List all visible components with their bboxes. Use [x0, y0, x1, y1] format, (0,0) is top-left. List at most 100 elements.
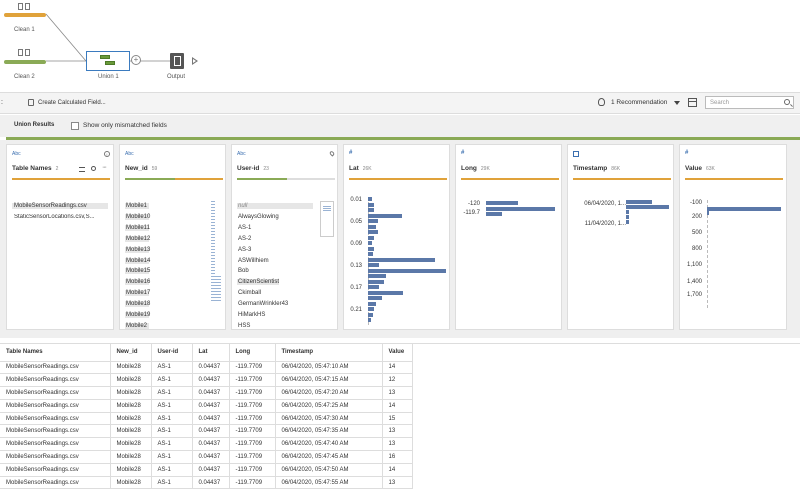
value-item[interactable]: Ckimball: [237, 290, 261, 296]
histogram-bar[interactable]: [368, 285, 380, 289]
value-item[interactable]: StaticSensorLocations.csv,S...: [12, 214, 108, 220]
value-item[interactable]: AS-2: [237, 236, 251, 242]
histogram-bar[interactable]: [707, 211, 709, 215]
histogram-bar[interactable]: [368, 257, 436, 262]
search-input[interactable]: Search: [705, 96, 794, 109]
histogram-bar[interactable]: [486, 206, 556, 211]
add-step-icon[interactable]: +: [131, 55, 141, 65]
histogram-bar[interactable]: [368, 307, 375, 311]
histogram-bar[interactable]: [368, 312, 373, 317]
histogram-bar[interactable]: [368, 290, 404, 295]
table-row[interactable]: MobileSensorReadings.csv Mobile28 AS-1 0.04…: [0, 361, 413, 375]
view-toggle-icon[interactable]: [688, 98, 697, 107]
axis-tick-label: 1,700: [686, 292, 702, 298]
histogram-bar[interactable]: [626, 205, 669, 209]
histogram-bar[interactable]: [626, 215, 629, 219]
value-item[interactable]: Mobile1: [125, 203, 149, 209]
column-header[interactable]: Value: [382, 344, 413, 362]
profile-card-new-id[interactable]: Abc New_id 59 Mobile1 Mobile10 Mobile11 Mobi…: [119, 144, 226, 330]
histogram-bar[interactable]: [368, 252, 373, 256]
histogram-bar[interactable]: [368, 263, 380, 267]
histogram-bar[interactable]: [368, 241, 372, 245]
table-row[interactable]: MobileSensorReadings.csv Mobile28 AS-1 0.04…: [0, 450, 413, 464]
value-item[interactable]: AS-1: [237, 225, 251, 231]
table-row[interactable]: MobileSensorReadings.csv Mobile28 AS-1 0.04…: [0, 373, 413, 388]
table-row[interactable]: MobileSensorReadings.csv Mobile28 AS-1 0.04…: [0, 412, 413, 426]
mismatched-fields-checkbox[interactable]: [71, 122, 79, 130]
histogram-bar[interactable]: [626, 220, 630, 224]
value-item[interactable]: Mobile19: [125, 312, 150, 318]
value-item[interactable]: Mobile14: [125, 257, 150, 264]
histogram-bar[interactable]: [626, 210, 629, 214]
value-item[interactable]: ASWillhiem: [237, 258, 269, 264]
value-item[interactable]: Mobile2: [125, 322, 149, 329]
histogram-bar[interactable]: [368, 219, 378, 223]
profile-card-timestamp[interactable]: Timestamp 86K 06/04/2020, 1... 11/04/2020,…: [567, 144, 674, 330]
value-item[interactable]: Mobile11: [125, 224, 150, 231]
value-item[interactable]: Mobile10: [125, 213, 150, 220]
histogram-bar[interactable]: [368, 224, 376, 229]
histogram-bar[interactable]: [368, 274, 386, 278]
profile-card-long[interactable]: # Long 29K -120 -119.7: [455, 144, 562, 330]
value-item[interactable]: null: [237, 203, 313, 209]
value-distribution-scroller[interactable]: [320, 201, 334, 237]
histogram-bar[interactable]: [368, 197, 372, 201]
column-header[interactable]: Timestamp: [275, 344, 383, 362]
profile-card-user-id[interactable]: Abc User-id 23 null AlwaysGlowing AS-1 AS-2 A…: [231, 144, 338, 330]
value-item[interactable]: Mobile16: [125, 279, 150, 286]
value-item[interactable]: GermanWrinkler43: [237, 301, 288, 307]
mismatched-fields-label: Show only mismatched fields: [83, 122, 167, 129]
histogram-bar[interactable]: [368, 230, 378, 234]
column-header[interactable]: Lat: [192, 344, 230, 362]
toolbar-overflow-dots[interactable]: :: [1, 93, 3, 113]
table-row[interactable]: MobileSensorReadings.csv Mobile28 AS-1 0.04…: [0, 437, 413, 452]
table-cell: 12: [382, 373, 413, 388]
search-icon[interactable]: [91, 166, 96, 171]
histogram-bar[interactable]: [486, 212, 502, 216]
value-distribution-scroller[interactable]: [209, 201, 223, 301]
sort-icon[interactable]: [79, 167, 85, 172]
value-item[interactable]: AS-3: [237, 247, 251, 253]
histogram-bar[interactable]: [368, 235, 374, 240]
histogram-bar[interactable]: [626, 200, 653, 204]
table-row[interactable]: MobileSensorReadings.csv Mobile28 AS-1 0.04…: [0, 476, 413, 490]
value-item[interactable]: Mobile17: [125, 290, 150, 297]
value-item[interactable]: HiMarkHS: [237, 312, 265, 318]
histogram-bar[interactable]: [368, 268, 447, 273]
value-item[interactable]: Mobile12: [125, 235, 150, 242]
value-item[interactable]: Mobile15: [125, 268, 150, 275]
table-row[interactable]: MobileSensorReadings.csv Mobile28 AS-1 0.04…: [0, 386, 413, 400]
table-row[interactable]: MobileSensorReadings.csv Mobile28 AS-1 0.04…: [0, 463, 413, 477]
profile-card-value[interactable]: # Value 63K -100 200 500 800 1,100 1,400 1,700: [679, 144, 787, 330]
value-item[interactable]: Mobile13: [125, 246, 150, 253]
value-item[interactable]: AlwaysGlowing: [237, 214, 279, 220]
column-header[interactable]: User-id: [151, 344, 193, 362]
profile-card-lat[interactable]: # Lat 26K 0.01 0.05 0.09 0.13 0.17 0.21: [343, 144, 450, 330]
value-item[interactable]: Bob: [237, 268, 249, 274]
table-row[interactable]: MobileSensorReadings.csv Mobile28 AS-1 0.04…: [0, 424, 413, 439]
histogram-bar[interactable]: [368, 202, 374, 207]
histogram-bar[interactable]: [368, 301, 376, 306]
histogram-bar[interactable]: [368, 279, 384, 284]
profile-card-table-names[interactable]: Abc i Table Names 2 ··· MobileSensorReadi…: [6, 144, 114, 330]
histogram-bar[interactable]: [368, 296, 383, 300]
histogram-bar[interactable]: [368, 208, 375, 212]
table-row[interactable]: MobileSensorReadings.csv Mobile28 AS-1 0.04…: [0, 399, 413, 413]
value-item[interactable]: CitizenScientist: [237, 279, 280, 286]
column-header[interactable]: New_id: [110, 344, 152, 362]
pin-icon[interactable]: [328, 150, 336, 157]
run-flow-icon[interactable]: [192, 57, 198, 65]
value-item[interactable]: Mobile18: [125, 301, 150, 308]
more-options-icon[interactable]: ···: [102, 164, 107, 171]
histogram-bar[interactable]: [368, 246, 375, 251]
histogram-bar[interactable]: [368, 213, 402, 218]
histogram-bar[interactable]: [368, 318, 372, 322]
histogram-bar[interactable]: [486, 201, 518, 205]
table-cell: 06/04/2020, 05:47:40 AM: [275, 437, 383, 452]
column-header[interactable]: Table Names: [0, 344, 111, 362]
histogram-bar[interactable]: [707, 207, 782, 211]
value-item[interactable]: HSS: [237, 323, 250, 329]
value-item[interactable]: MobileSensorReadings.csv: [12, 203, 108, 209]
column-header[interactable]: Long: [229, 344, 276, 362]
info-icon[interactable]: i: [104, 151, 110, 157]
